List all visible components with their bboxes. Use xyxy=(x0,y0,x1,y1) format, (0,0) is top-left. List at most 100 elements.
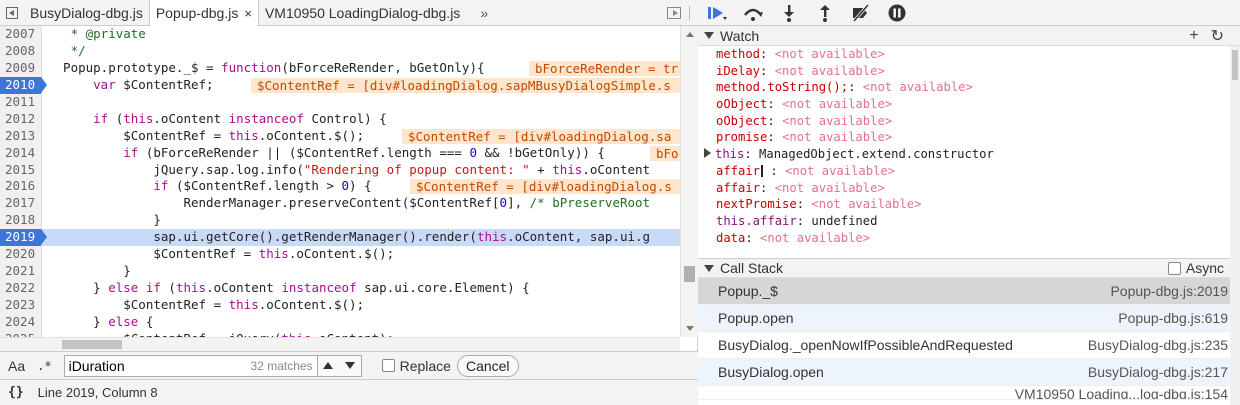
next-match-icon[interactable] xyxy=(344,362,355,369)
scroll-thumb[interactable] xyxy=(1232,50,1238,80)
watch-expression-name: this xyxy=(715,147,745,162)
call-frame-location[interactable]: BusyDialog-dbg.js:235 xyxy=(1088,337,1228,353)
step-over-button[interactable] xyxy=(742,3,764,23)
line-number[interactable]: 2011 xyxy=(0,93,42,111)
previous-match-icon[interactable] xyxy=(323,362,334,369)
add-expression-icon[interactable]: + xyxy=(1189,27,1198,45)
code-line[interactable]: 2015 jQuery.sap.log.info("Rendering of p… xyxy=(0,161,680,179)
line-number[interactable]: 2015 xyxy=(0,161,42,179)
cancel-button[interactable]: Cancel xyxy=(456,354,519,377)
editor-horizontal-scrollbar[interactable] xyxy=(0,337,680,351)
code-line[interactable]: 2010 var $ContentRef; $ContentRef = [div#… xyxy=(0,76,680,94)
editor-tab[interactable]: BusyDialog-dbg.js xyxy=(24,0,149,25)
watch-expression[interactable]: iDelay: <not available> xyxy=(698,63,1240,80)
call-frame[interactable]: BusyDialog.open BusyDialog-dbg.js:217 xyxy=(698,359,1240,386)
call-frame-location[interactable]: Popup-dbg.js:619 xyxy=(1118,310,1228,326)
async-checkbox[interactable] xyxy=(1167,261,1181,275)
expand-icon[interactable] xyxy=(704,148,711,159)
code-line[interactable]: 2024 } else { xyxy=(0,313,680,331)
line-number[interactable]: 2009 xyxy=(0,59,42,77)
line-number[interactable]: 2017 xyxy=(0,195,42,213)
resume-button[interactable] xyxy=(706,3,728,23)
watch-expression[interactable]: method.toString();: <not available> xyxy=(698,79,1240,96)
close-tab-icon[interactable]: × xyxy=(244,6,252,21)
code-line[interactable]: 2021 } xyxy=(0,263,680,281)
search-input[interactable] xyxy=(68,357,239,374)
watch-expression[interactable]: data: <not available> xyxy=(698,230,1240,247)
call-frame[interactable]: Popup.open Popup-dbg.js:619 xyxy=(698,305,1240,332)
line-number[interactable]: 2021 xyxy=(0,263,42,281)
line-number[interactable]: 2007 xyxy=(0,26,42,43)
editor-vertical-scrollbar[interactable] xyxy=(680,26,698,337)
editor-tab[interactable]: Popup-dbg.js × xyxy=(148,0,259,26)
code-line[interactable]: 2013 $ContentRef = this.oContent.$(); $Co… xyxy=(0,127,680,145)
code-line[interactable]: 2009 Popup.prototype._$ = function(bForc… xyxy=(0,59,680,77)
search-navigation xyxy=(317,354,362,377)
code-line[interactable]: 2019 sap.ui.getCore().getRenderManager()… xyxy=(0,229,680,247)
pause-on-exceptions-button[interactable] xyxy=(886,3,908,23)
watch-expression[interactable]: oObject: <not available> xyxy=(698,96,1240,113)
scroll-down-icon[interactable] xyxy=(686,326,694,331)
code-line[interactable]: 2022 } else if (this.oContent instanceof… xyxy=(0,280,680,297)
watch-separator: : xyxy=(745,230,761,245)
code-line[interactable]: 2014 if (bForceReRender || ($ContentRef.… xyxy=(0,144,680,162)
scroll-thumb[interactable] xyxy=(684,266,695,282)
breakpoint-marker[interactable]: 2010 xyxy=(0,76,47,94)
line-number[interactable]: 2016 xyxy=(0,178,42,196)
call-frame-location[interactable]: Popup-dbg.js:2019 xyxy=(1110,283,1228,299)
watch-expression[interactable]: promise: <not available> xyxy=(698,129,1240,146)
code-line[interactable]: 2018 } xyxy=(0,212,680,230)
match-case-toggle[interactable]: Aa xyxy=(8,358,25,374)
sidebar-scrollbar[interactable] xyxy=(1230,258,1240,405)
code-line[interactable]: 2012 if (this.oContent instanceof Contro… xyxy=(0,110,680,128)
scroll-thumb[interactable] xyxy=(62,340,122,349)
line-number[interactable]: 2020 xyxy=(0,246,42,264)
refresh-icon[interactable]: ↻ xyxy=(1211,26,1224,46)
call-stack-header[interactable]: Call Stack Async xyxy=(698,258,1240,278)
code-line[interactable]: 2007 * @private xyxy=(0,26,680,43)
code-line[interactable]: 2020 $ContentRef = this.oContent.$(); xyxy=(0,246,680,264)
watch-expression[interactable]: affair: <not available> xyxy=(698,180,1240,197)
step-out-button[interactable] xyxy=(814,3,836,23)
code-line[interactable]: 2017 RenderManager.preserveContent($Cont… xyxy=(0,195,680,213)
code-line[interactable]: 2023 $ContentRef = this.oContent.$(); xyxy=(0,297,680,314)
toggle-navigator-button[interactable] xyxy=(0,0,24,25)
breakpoint-marker[interactable]: 2019 xyxy=(0,229,47,247)
regex-toggle[interactable]: .* xyxy=(37,359,51,373)
line-number[interactable]: 2013 xyxy=(0,127,42,145)
code-line[interactable]: 2008 */ xyxy=(0,42,680,60)
watch-expression[interactable]: method: <not available> xyxy=(698,46,1240,63)
line-number[interactable]: 2018 xyxy=(0,212,42,230)
pretty-print-button[interactable]: {} xyxy=(8,385,24,400)
call-frame[interactable]: Popup._$ Popup-dbg.js:2019 xyxy=(698,278,1240,305)
scroll-up-icon[interactable] xyxy=(686,32,694,37)
more-tabs-button[interactable]: » xyxy=(466,0,502,25)
step-into-button[interactable] xyxy=(778,3,800,23)
line-number[interactable]: 2008 xyxy=(0,42,42,60)
editor-tab-label: VM10950 LoadingDialog-dbg.js xyxy=(264,4,461,21)
replace-checkbox[interactable] xyxy=(381,359,395,372)
call-frame-location[interactable]: VM10950 Loading...log-dbg.js:154 xyxy=(1015,386,1228,399)
code-editor[interactable]: 2007 * @private 2008 */2009 Popup.prototy… xyxy=(0,26,680,337)
code-line[interactable]: 2016 if ($ContentRef.length > 0) {$Conte… xyxy=(0,178,680,196)
watch-expression[interactable]: nextPromise: <not available> xyxy=(698,196,1240,213)
call-frame[interactable]: BusyDialog._openNowIfPossibleAndRequeste… xyxy=(698,332,1240,359)
line-number[interactable]: 2012 xyxy=(0,110,42,128)
line-number[interactable]: 2024 xyxy=(0,313,42,331)
line-number[interactable]: 2023 xyxy=(0,297,42,314)
watch-expression[interactable]: this.affair: undefined xyxy=(698,213,1240,230)
watch-expression[interactable]: this: ManagedObject.extend.constructor xyxy=(698,146,1240,163)
call-frame[interactable]: VM10950 Loading...log-dbg.js:154 xyxy=(698,386,1240,400)
deactivate-breakpoints-button[interactable] xyxy=(850,3,872,23)
watch-expression[interactable]: affair : <not available> xyxy=(698,163,1240,180)
watch-separator: : xyxy=(760,63,775,78)
editor-tab[interactable]: VM10950 LoadingDialog-dbg.js xyxy=(259,0,466,25)
line-number[interactable]: 2022 xyxy=(0,280,42,297)
watch-scrollbar[interactable] xyxy=(1230,46,1240,258)
call-frame-location[interactable]: BusyDialog-dbg.js:217 xyxy=(1088,364,1228,380)
watch-expression[interactable]: oObject: <not available> xyxy=(698,113,1240,130)
toggle-debugger-icon[interactable] xyxy=(667,6,681,19)
code-line[interactable]: 2011 xyxy=(0,93,680,111)
watch-header[interactable]: Watch + ↻ xyxy=(698,26,1240,46)
line-number[interactable]: 2014 xyxy=(0,144,42,162)
